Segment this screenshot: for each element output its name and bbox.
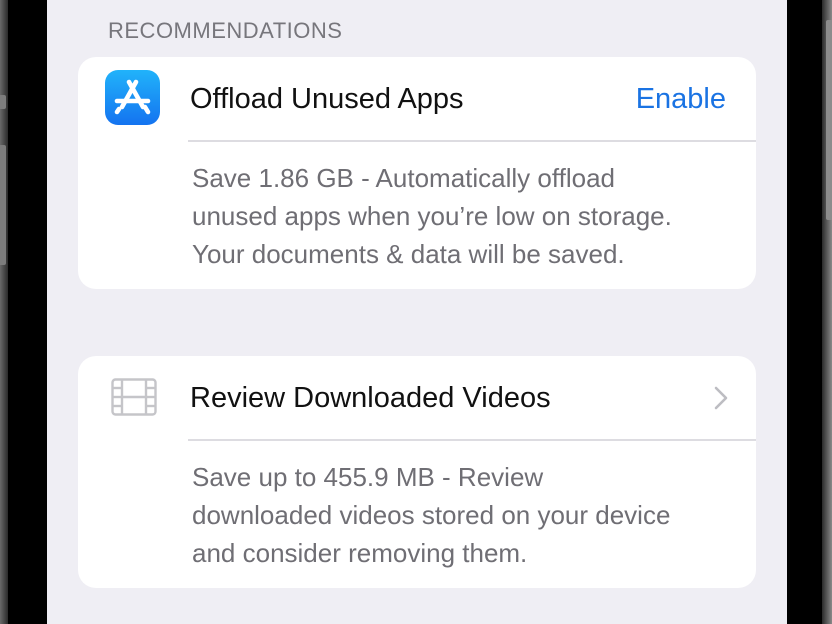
phone-bezel-left — [0, 0, 47, 624]
review-downloaded-videos-title: Review Downloaded Videos — [190, 382, 551, 414]
silent-switch — [0, 95, 6, 109]
power-button — [826, 20, 832, 220]
recommendation-card-offload: Offload Unused Apps Enable Save 1.86 GB … — [78, 57, 756, 289]
offload-unused-apps-title: Offload Unused Apps — [190, 83, 464, 115]
app-store-icon — [105, 70, 160, 125]
card-separator — [188, 439, 756, 441]
phone-frame-edge-left — [0, 0, 8, 624]
film-icon — [111, 378, 157, 421]
recommendation-card-videos[interactable]: Review Downloaded Videos Save up to 455.… — [78, 356, 756, 588]
volume-button — [0, 145, 6, 265]
section-header-recommendations: RECOMMENDATIONS — [108, 18, 343, 43]
videos-description: Save up to 455.9 MB - Review downloaded … — [192, 462, 671, 568]
offload-description: Save 1.86 GB - Automatically offload unu… — [192, 163, 672, 269]
phone-bezel-right — [787, 0, 832, 624]
chevron-right-icon[interactable] — [714, 386, 728, 415]
enable-offload-button[interactable]: Enable — [636, 83, 726, 116]
card-separator — [188, 140, 756, 142]
storage-screen: RECOMMENDATIONS Offload Unused Apps Enab… — [47, 0, 787, 624]
